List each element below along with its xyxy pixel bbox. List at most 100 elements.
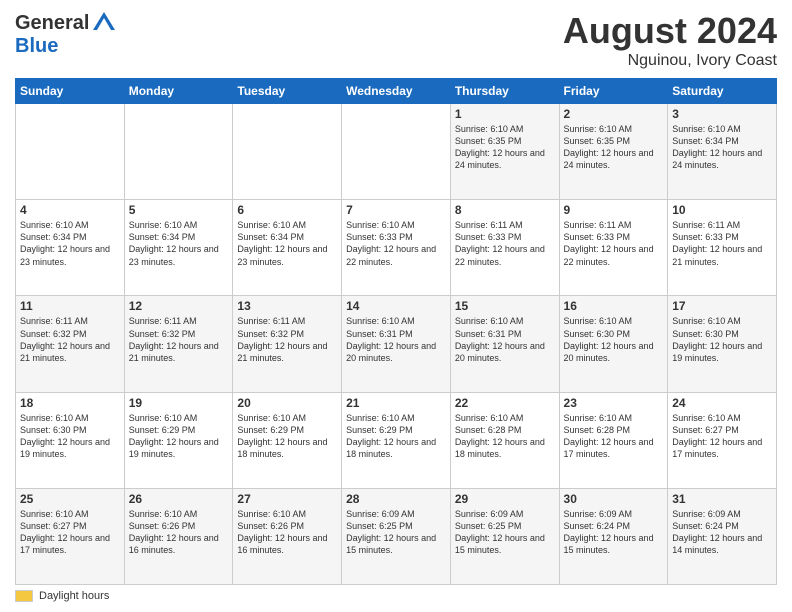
day-info: Sunrise: 6:10 AM Sunset: 6:28 PM Dayligh…	[455, 412, 555, 461]
day-number: 21	[346, 396, 446, 410]
day-number: 19	[129, 396, 229, 410]
day-number: 22	[455, 396, 555, 410]
day-info: Sunrise: 6:11 AM Sunset: 6:33 PM Dayligh…	[455, 219, 555, 268]
day-cell: 19 Sunrise: 6:10 AM Sunset: 6:29 PM Dayli…	[124, 392, 233, 488]
day-info: Sunrise: 6:10 AM Sunset: 6:31 PM Dayligh…	[455, 315, 555, 364]
day-cell: 14 Sunrise: 6:10 AM Sunset: 6:31 PM Dayli…	[342, 296, 451, 392]
day-info: Sunrise: 6:10 AM Sunset: 6:30 PM Dayligh…	[20, 412, 120, 461]
day-number: 6	[237, 203, 337, 217]
daylight-label: Daylight hours	[39, 590, 109, 602]
logo-general: General	[15, 12, 89, 35]
day-cell: 15 Sunrise: 6:10 AM Sunset: 6:31 PM Dayli…	[450, 296, 559, 392]
day-cell	[233, 104, 342, 200]
week-row-3: 11 Sunrise: 6:11 AM Sunset: 6:32 PM Dayli…	[16, 296, 777, 392]
day-cell: 26Sunrise: 6:10 AM Sunset: 6:26 PM Dayli…	[124, 488, 233, 584]
day-cell: 13Sunrise: 6:11 AM Sunset: 6:32 PM Dayli…	[233, 296, 342, 392]
day-number: 11	[20, 299, 120, 313]
day-header-sunday: Sunday	[16, 79, 125, 104]
week-row-4: 18 Sunrise: 6:10 AM Sunset: 6:30 PM Dayli…	[16, 392, 777, 488]
day-cell: 3Sunrise: 6:10 AM Sunset: 6:34 PM Daylig…	[668, 104, 777, 200]
day-cell: 6 Sunrise: 6:10 AM Sunset: 6:34 PM Daylig…	[233, 200, 342, 296]
day-number: 16	[564, 299, 664, 313]
day-info: Sunrise: 6:09 AM Sunset: 6:24 PM Dayligh…	[672, 508, 772, 557]
day-cell: 1 Sunrise: 6:10 AM Sunset: 6:35 PM Daylig…	[450, 104, 559, 200]
day-header-saturday: Saturday	[668, 79, 777, 104]
day-info: Sunrise: 6:11 AM Sunset: 6:33 PM Dayligh…	[672, 219, 772, 268]
calendar: SundayMondayTuesdayWednesdayThursdayFrid…	[15, 78, 777, 585]
day-number: 9	[564, 203, 664, 217]
day-cell: 31 Sunrise: 6:09 AM Sunset: 6:24 PM Dayli…	[668, 488, 777, 584]
day-info: Sunrise: 6:10 AM Sunset: 6:28 PM Dayligh…	[564, 412, 664, 461]
day-number: 7	[346, 203, 446, 217]
day-cell: 18 Sunrise: 6:10 AM Sunset: 6:30 PM Dayli…	[16, 392, 125, 488]
day-number: 2	[564, 107, 664, 121]
day-number: 18	[20, 396, 120, 410]
day-cell: 17Sunrise: 6:10 AM Sunset: 6:30 PM Dayli…	[668, 296, 777, 392]
day-header-friday: Friday	[559, 79, 668, 104]
week-row-2: 4Sunrise: 6:10 AM Sunset: 6:34 PM Daylig…	[16, 200, 777, 296]
day-cell: 11 Sunrise: 6:11 AM Sunset: 6:32 PM Dayli…	[16, 296, 125, 392]
header: General Blue August 2024 Nguinou, Ivory …	[15, 10, 777, 70]
day-info: Sunrise: 6:10 AM Sunset: 6:35 PM Dayligh…	[455, 123, 555, 172]
day-header-thursday: Thursday	[450, 79, 559, 104]
day-info: Sunrise: 6:10 AM Sunset: 6:29 PM Dayligh…	[129, 412, 229, 461]
week-row-1: 1 Sunrise: 6:10 AM Sunset: 6:35 PM Daylig…	[16, 104, 777, 200]
day-cell: 7 Sunrise: 6:10 AM Sunset: 6:33 PM Daylig…	[342, 200, 451, 296]
day-cell	[16, 104, 125, 200]
day-number: 5	[129, 203, 229, 217]
day-number: 23	[564, 396, 664, 410]
day-cell: 29 Sunrise: 6:09 AM Sunset: 6:25 PM Dayli…	[450, 488, 559, 584]
day-info: Sunrise: 6:10 AM Sunset: 6:34 PM Dayligh…	[237, 219, 337, 268]
calendar-body: 1 Sunrise: 6:10 AM Sunset: 6:35 PM Daylig…	[16, 104, 777, 585]
day-number: 30	[564, 492, 664, 506]
day-cell: 22 Sunrise: 6:10 AM Sunset: 6:28 PM Dayli…	[450, 392, 559, 488]
day-info: Sunrise: 6:10 AM Sunset: 6:35 PM Dayligh…	[564, 123, 664, 172]
day-info: Sunrise: 6:10 AM Sunset: 6:33 PM Dayligh…	[346, 219, 446, 268]
day-info: Sunrise: 6:09 AM Sunset: 6:25 PM Dayligh…	[346, 508, 446, 557]
calendar-header: SundayMondayTuesdayWednesdayThursdayFrid…	[16, 79, 777, 104]
day-cell: 28Sunrise: 6:09 AM Sunset: 6:25 PM Dayli…	[342, 488, 451, 584]
day-cell: 25 Sunrise: 6:10 AM Sunset: 6:27 PM Dayli…	[16, 488, 125, 584]
logo: General Blue	[15, 10, 117, 56]
day-info: Sunrise: 6:09 AM Sunset: 6:24 PM Dayligh…	[564, 508, 664, 557]
logo-icon	[91, 10, 117, 36]
day-info: Sunrise: 6:11 AM Sunset: 6:32 PM Dayligh…	[237, 315, 337, 364]
day-info: Sunrise: 6:10 AM Sunset: 6:27 PM Dayligh…	[20, 508, 120, 557]
header-row: SundayMondayTuesdayWednesdayThursdayFrid…	[16, 79, 777, 104]
day-cell: 12 Sunrise: 6:11 AM Sunset: 6:32 PM Dayli…	[124, 296, 233, 392]
day-number: 25	[20, 492, 120, 506]
day-number: 17	[672, 299, 772, 313]
day-info: Sunrise: 6:11 AM Sunset: 6:32 PM Dayligh…	[129, 315, 229, 364]
day-info: Sunrise: 6:10 AM Sunset: 6:27 PM Dayligh…	[672, 412, 772, 461]
day-cell: 20Sunrise: 6:10 AM Sunset: 6:29 PM Dayli…	[233, 392, 342, 488]
day-cell: 9Sunrise: 6:11 AM Sunset: 6:33 PM Daylig…	[559, 200, 668, 296]
day-info: Sunrise: 6:10 AM Sunset: 6:30 PM Dayligh…	[564, 315, 664, 364]
day-number: 10	[672, 203, 772, 217]
day-cell: 27Sunrise: 6:10 AM Sunset: 6:26 PM Dayli…	[233, 488, 342, 584]
day-number: 15	[455, 299, 555, 313]
day-cell: 21Sunrise: 6:10 AM Sunset: 6:29 PM Dayli…	[342, 392, 451, 488]
day-cell: 16 Sunrise: 6:10 AM Sunset: 6:30 PM Dayli…	[559, 296, 668, 392]
subtitle: Nguinou, Ivory Coast	[563, 52, 777, 70]
day-cell: 23 Sunrise: 6:10 AM Sunset: 6:28 PM Dayli…	[559, 392, 668, 488]
day-number: 24	[672, 396, 772, 410]
day-cell: 4Sunrise: 6:10 AM Sunset: 6:34 PM Daylig…	[16, 200, 125, 296]
week-row-5: 25 Sunrise: 6:10 AM Sunset: 6:27 PM Dayli…	[16, 488, 777, 584]
day-cell: 8 Sunrise: 6:11 AM Sunset: 6:33 PM Daylig…	[450, 200, 559, 296]
day-header-tuesday: Tuesday	[233, 79, 342, 104]
day-info: Sunrise: 6:10 AM Sunset: 6:34 PM Dayligh…	[672, 123, 772, 172]
day-number: 31	[672, 492, 772, 506]
day-number: 14	[346, 299, 446, 313]
day-number: 29	[455, 492, 555, 506]
day-number: 1	[455, 107, 555, 121]
day-number: 27	[237, 492, 337, 506]
day-cell: 30 Sunrise: 6:09 AM Sunset: 6:24 PM Dayli…	[559, 488, 668, 584]
day-number: 8	[455, 203, 555, 217]
day-info: Sunrise: 6:09 AM Sunset: 6:25 PM Dayligh…	[455, 508, 555, 557]
day-info: Sunrise: 6:10 AM Sunset: 6:31 PM Dayligh…	[346, 315, 446, 364]
day-number: 12	[129, 299, 229, 313]
day-info: Sunrise: 6:11 AM Sunset: 6:32 PM Dayligh…	[20, 315, 120, 364]
main-title: August 2024	[563, 10, 777, 52]
day-cell: 2 Sunrise: 6:10 AM Sunset: 6:35 PM Daylig…	[559, 104, 668, 200]
title-block: August 2024 Nguinou, Ivory Coast	[563, 10, 777, 70]
